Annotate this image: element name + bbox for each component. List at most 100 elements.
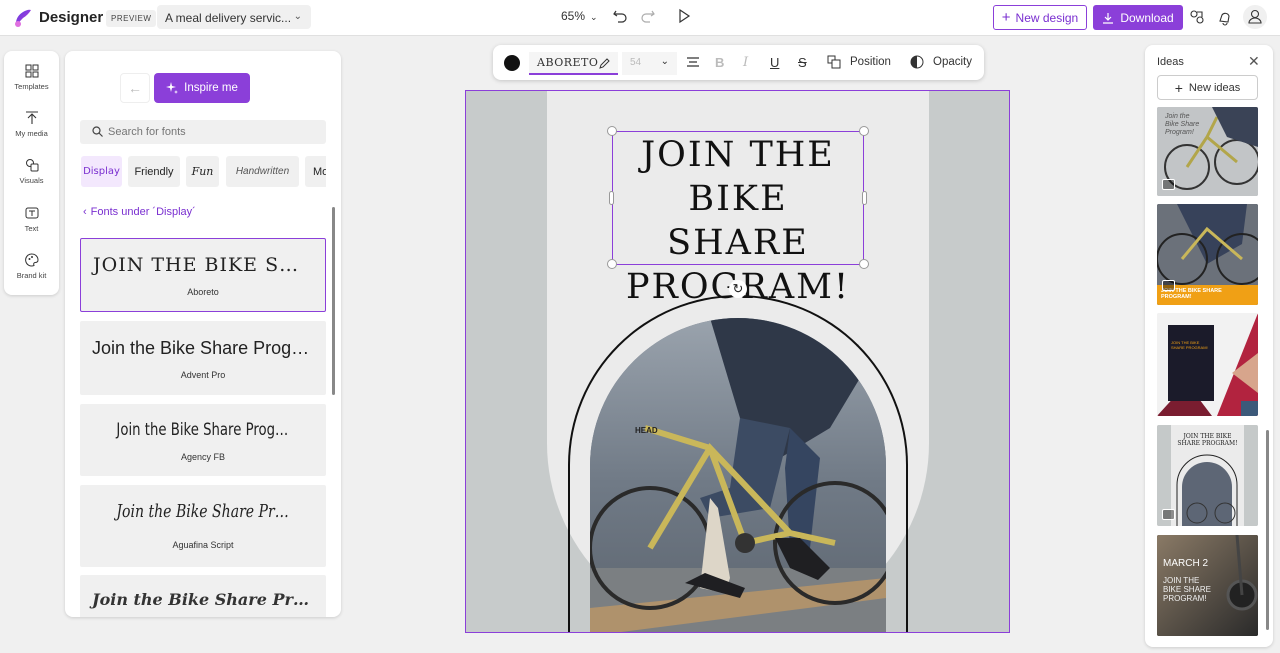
strikethrough-icon[interactable]: S [798,55,807,70]
app-brand: Designer [39,9,104,26]
ideas-panel: Ideas ✕ + New ideas Join the Bike Share … [1145,45,1273,647]
arrow-left-icon: ← [128,80,142,96]
bike-photo[interactable]: HEAD [590,318,886,632]
rail-label: Brand kit [16,271,47,280]
chip-friendly[interactable]: Friendly [128,156,180,187]
font-sample: Join the Bike Share Program! [92,590,326,609]
preview-badge: PREVIEW [106,10,157,27]
resize-handle-bottom-right[interactable] [859,259,869,269]
idea-thumbnail[interactable]: Join the Bike Share Program! [1157,107,1258,196]
sparkle-icon [166,82,179,94]
bike-photo-image: HEAD [590,318,886,632]
fonts-under-link[interactable]: ‹ Fonts under ´Display´ [83,206,196,218]
chip-label: Friendly [134,165,174,178]
font-sample: Join the Bike Share Program: [116,501,299,522]
top-bar: Designer PREVIEW A meal delivery servic.… [0,0,1280,36]
idea-text: Join the Bike Share Program! [1165,113,1200,136]
idea-thumbnail[interactable]: MARCH 2 JOIN THE BIKE SHARE PROGRAM! [1157,535,1258,636]
font-card-agency-fb[interactable]: Join the Bike Share Program! Agency FB [80,404,326,476]
text-color-swatch[interactable] [504,55,520,71]
person-icon [1248,9,1262,24]
rail-label: Templates [14,82,49,91]
rail-item-text[interactable]: Text [4,206,59,233]
font-card-aguafina-script[interactable]: Join the Bike Share Program: Aguafina Sc… [80,485,326,567]
search-icon [92,126,103,137]
download-button[interactable]: Download [1093,5,1183,30]
rail-label: Text [24,224,39,233]
undo-icon[interactable] [612,8,628,24]
share-icon[interactable] [1188,8,1206,26]
design-canvas[interactable]: HEAD JOIN THE BIKE SHARE PROGRAM! ↻ [465,90,1010,633]
rotate-handle-icon[interactable]: ↻ [729,280,747,298]
chip-fun[interactable]: Fun [186,156,219,187]
doc-name-dropdown[interactable]: A meal delivery servic... ⌄ [157,5,311,29]
chevron-down-icon: ⌄ [590,12,598,22]
new-ideas-button[interactable]: + New ideas [1157,75,1258,100]
fonts-under-label: Fonts under ´Display´ [90,206,196,218]
chip-display[interactable]: Display [81,156,122,187]
font-list-scrollbar[interactable] [332,207,335,395]
rail-label: My media [15,129,48,138]
resize-handle-left[interactable] [609,191,614,205]
idea-thumbnail[interactable]: JOIN THE BIKE SHARE PROGRAM! [1157,425,1258,526]
rail-item-visuals[interactable]: Visuals [4,158,59,185]
new-design-button[interactable]: + New design [993,5,1087,30]
idea-date: MARCH 2 [1163,558,1209,569]
inspire-me-label: Inspire me [184,82,238,94]
underline-icon[interactable]: U [770,55,779,70]
bike-brand-text: HEAD [635,426,658,435]
plus-icon: + [1001,9,1011,26]
chevron-down-icon: ⌄ [660,56,669,67]
ideas-scrollbar[interactable] [1266,430,1269,630]
idea-card [1168,325,1214,401]
opacity-icon [910,55,924,69]
headline-textbox[interactable]: JOIN THE BIKE SHARE PROGRAM! [612,131,864,307]
notifications-icon[interactable] [1216,8,1234,26]
font-sample: Join the Bike Share Program! [116,420,299,440]
back-button[interactable]: ← [120,73,150,103]
zoom-dropdown[interactable]: 65% ⌄ [561,9,598,23]
font-name: Aguafina Script [172,540,234,550]
inspire-me-button[interactable]: Inspire me [154,73,250,103]
idea-thumbnail[interactable]: JOIN THE BIKE SHARE PROGRAM! [1157,313,1258,416]
close-icon[interactable]: ✕ [1248,53,1260,70]
resize-handle-top-left[interactable] [607,126,617,136]
video-icon [1162,179,1175,190]
redo-icon[interactable] [640,8,656,24]
rail-item-my-media[interactable]: My media [4,111,59,138]
font-family-select[interactable]: ABORETO [529,52,618,75]
upload-icon [25,111,38,124]
new-ideas-label: New ideas [1188,81,1241,94]
position-button[interactable]: Position [827,45,891,80]
rail-item-templates[interactable]: Templates [4,64,59,91]
rail-item-brand-kit[interactable]: Brand kit [4,253,59,280]
chip-handwritten[interactable]: Handwritten [226,156,299,187]
rail-label: Visuals [19,176,44,185]
align-center-icon[interactable] [686,55,700,69]
font-size-select[interactable]: 54 ⌄ [622,52,677,75]
bold-icon[interactable]: B [715,55,724,70]
font-search-input[interactable] [108,124,308,140]
chevron-left-icon: ‹ [83,206,87,218]
font-card-next[interactable]: Join the Bike Share Program! [80,575,326,617]
chip-more[interactable]: Mo [305,156,326,187]
fonts-panel: ← Inspire me Display Friendly Fun Handwr… [65,51,341,617]
play-icon[interactable] [676,8,692,24]
italic-icon[interactable]: I [743,55,748,70]
chip-label: Handwritten [235,166,290,177]
resize-handle-right[interactable] [862,191,867,205]
download-label: Download [1120,10,1174,25]
headline-line: BIKE SHARE [667,179,809,263]
resize-handle-bottom-left[interactable] [607,259,617,269]
font-card-advent-pro[interactable]: Join the Bike Share Program! Advent Pro [80,321,326,395]
resize-handle-top-right[interactable] [859,126,869,136]
left-rail: Templates My media Visuals Text Brand ki… [4,51,59,295]
font-card-aboreto[interactable]: JOIN THE BIKE SHAR... Aboreto [80,238,326,312]
account-avatar[interactable] [1243,5,1267,29]
idea-thumbnail[interactable]: JOIN THE BIKE SHARE PROGRAM! [1157,204,1258,305]
format-toolbar: ABORETO 54 ⌄ B I U S Position Opacity [493,45,984,80]
font-size-value: 54 [630,57,642,68]
font-list: JOIN THE BIKE SHAR... Aboreto Join the B… [80,238,326,617]
opacity-button[interactable]: Opacity [910,45,976,80]
chip-label: Display [83,166,120,177]
